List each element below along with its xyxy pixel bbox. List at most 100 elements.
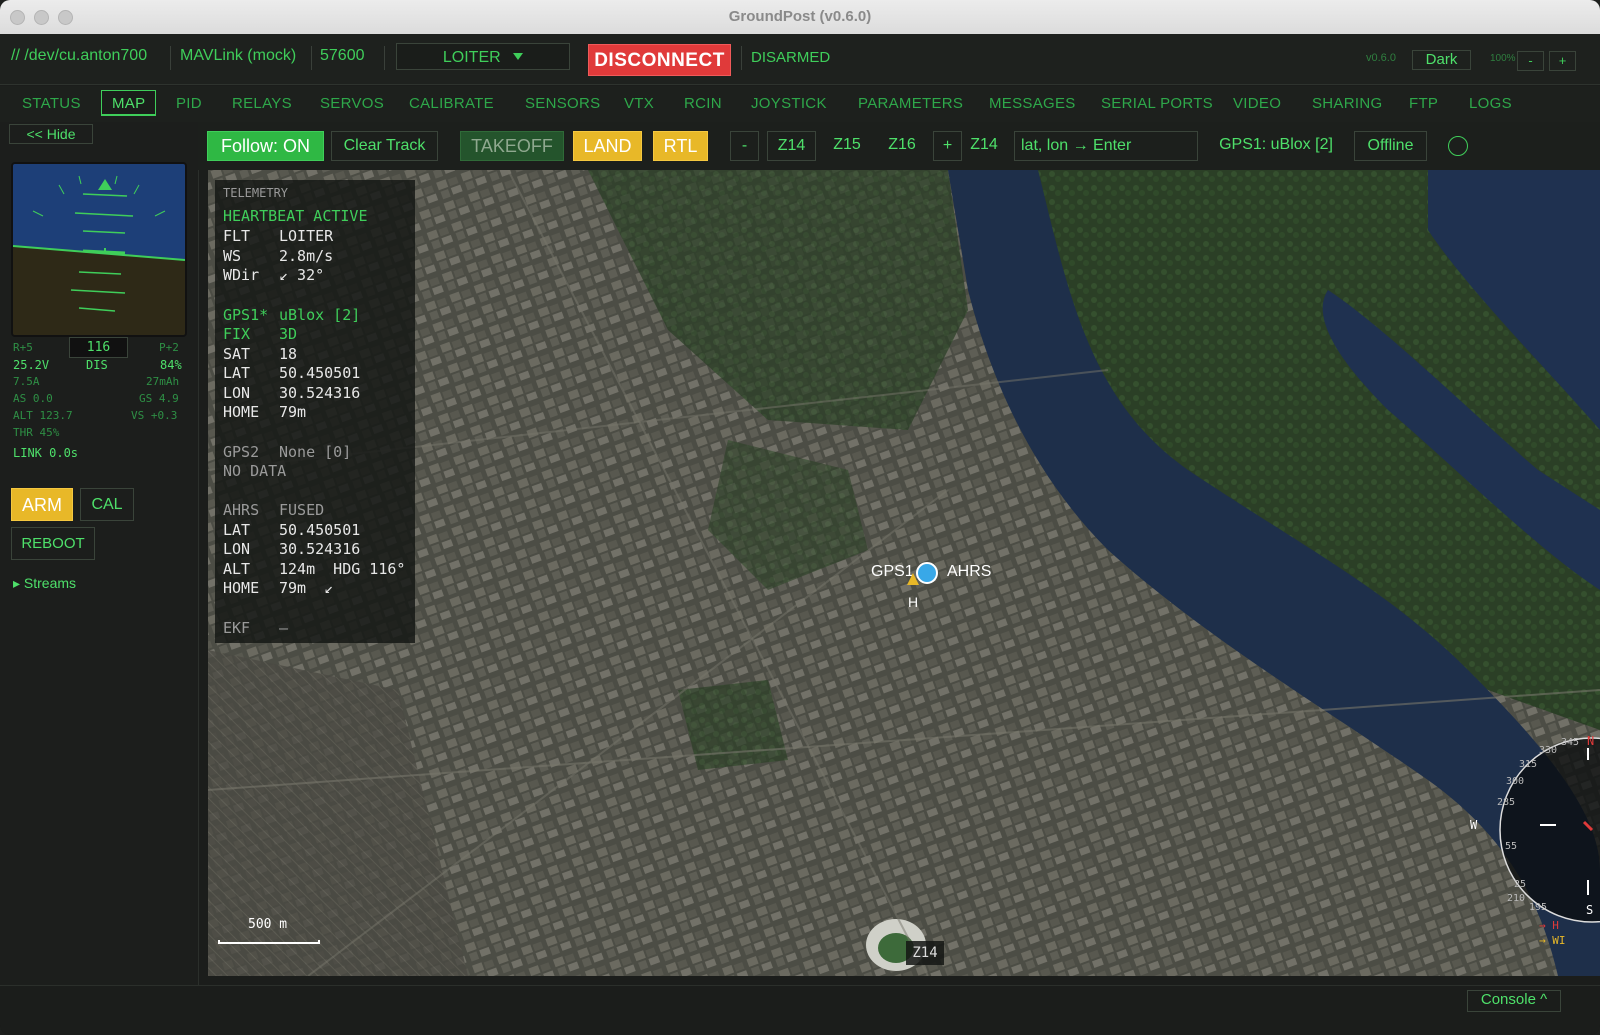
compass-345-label: 345 bbox=[1561, 737, 1580, 748]
ui-zoom-out-button[interactable]: - bbox=[1517, 51, 1544, 71]
link-readout: LINK 0.0s bbox=[13, 446, 79, 460]
ws-value: 2.8m/s bbox=[279, 247, 334, 265]
divider bbox=[384, 46, 385, 70]
rtl-button[interactable]: RTL bbox=[653, 131, 708, 161]
map-view[interactable]: GPS1 AHRS H 500 m Z14 N 345 330 315 300 … bbox=[208, 170, 1600, 976]
roll-readout: R+5 bbox=[13, 341, 33, 354]
pitch-readout: P+2 bbox=[159, 341, 179, 354]
main-nav: STATUS MAP PID RELAYS SERVOS CALIBRATE S… bbox=[0, 86, 1600, 123]
heartbeat-status: HEARTBEAT ACTIVE bbox=[223, 207, 368, 225]
gps2-value: None [0] bbox=[279, 443, 352, 461]
clear-track-button[interactable]: Clear Track bbox=[331, 131, 438, 161]
tab-relays[interactable]: RELAYS bbox=[232, 95, 292, 112]
flight-mode-select[interactable]: LOITER bbox=[396, 43, 570, 70]
tab-messages[interactable]: MESSAGES bbox=[989, 95, 1076, 112]
voltage-readout: 25.2V bbox=[13, 358, 50, 372]
tab-parameters[interactable]: PARAMETERS bbox=[858, 95, 963, 112]
tab-status[interactable]: STATUS bbox=[22, 95, 81, 112]
ahrs-lon-key: LON bbox=[223, 540, 251, 558]
ui-zoom-in-button[interactable]: + bbox=[1549, 51, 1576, 71]
gps1-value: uBlox [2] bbox=[279, 306, 361, 324]
zoom-15-button[interactable]: Z15 bbox=[824, 131, 870, 161]
ahrs-key: AHRS bbox=[223, 501, 260, 519]
tab-video[interactable]: VIDEO bbox=[1233, 95, 1281, 112]
lon-key: LON bbox=[223, 384, 251, 402]
theme-toggle-button[interactable]: Dark bbox=[1412, 50, 1471, 70]
follow-toggle-button[interactable]: Follow: ON bbox=[207, 131, 324, 161]
telemetry-panel: TELEMETRY HEARTBEAT ACTIVE FLT LOITER WS… bbox=[215, 180, 415, 643]
telemetry-header: TELEMETRY bbox=[223, 186, 289, 200]
compass-n-label: N bbox=[1587, 734, 1595, 748]
divider bbox=[311, 46, 312, 70]
ahrs-lon-value: 30.524316 bbox=[279, 540, 361, 558]
map-zoom-in-button[interactable]: + bbox=[933, 131, 962, 161]
home-marker-icon bbox=[907, 573, 919, 585]
tab-joystick[interactable]: JOYSTICK bbox=[751, 95, 827, 112]
map-toolbar: Follow: ON Clear Track TAKEOFF LAND RTL … bbox=[198, 122, 1600, 170]
tab-calibrate[interactable]: CALIBRATE bbox=[409, 95, 494, 112]
scale-bar bbox=[218, 940, 320, 944]
gps-source-label[interactable]: GPS1: uBlox [2] bbox=[1216, 131, 1336, 161]
altitude-readout: ALT 123.7 bbox=[13, 409, 73, 422]
zoom-14-button[interactable]: Z14 bbox=[767, 131, 816, 161]
hide-panel-button[interactable]: << Hide bbox=[9, 124, 93, 144]
tab-sensors[interactable]: SENSORS bbox=[525, 95, 600, 112]
chevron-down-icon bbox=[513, 53, 524, 60]
compass-210-label: 210 bbox=[1507, 893, 1526, 904]
map-zoom-badge: Z14 bbox=[906, 941, 944, 965]
airspeed-readout: AS 0.0 bbox=[13, 392, 53, 405]
ekf-key: EKF bbox=[223, 619, 251, 637]
battery-readout: 84% bbox=[160, 358, 182, 372]
land-button[interactable]: LAND bbox=[573, 131, 642, 161]
title-bar: GroundPost (v0.6.0) bbox=[0, 0, 1600, 35]
compass-195-label: 195 bbox=[1529, 902, 1548, 913]
tab-sharing[interactable]: SHARING bbox=[1312, 95, 1382, 112]
tab-vtx[interactable]: VTX bbox=[624, 95, 654, 112]
zoom-16-button[interactable]: Z16 bbox=[879, 131, 925, 161]
left-panel: << Hide R+5 116 P+2 25.2V DIS 84% 7.5A 2… bbox=[0, 122, 199, 1005]
console-toggle-button[interactable]: Console ^ bbox=[1467, 990, 1561, 1012]
fix-key: FIX bbox=[223, 325, 251, 343]
reboot-button[interactable]: REBOOT bbox=[11, 527, 95, 560]
arm-state-label: DISARMED bbox=[751, 49, 831, 66]
groundspeed-readout: GS 4.9 bbox=[139, 392, 179, 405]
calibrate-button[interactable]: CAL bbox=[80, 488, 134, 521]
tab-ftp[interactable]: FTP bbox=[1409, 95, 1438, 112]
baud-rate-label[interactable]: 57600 bbox=[320, 47, 365, 65]
streams-toggle[interactable]: ▸ Streams bbox=[13, 575, 76, 592]
compass-285-label: 285 bbox=[1497, 797, 1516, 808]
ahrs-home-value: 79m ↙ bbox=[279, 579, 334, 597]
sat-value: 18 bbox=[279, 345, 298, 363]
arm-button[interactable]: ARM bbox=[11, 488, 73, 521]
tab-rcin[interactable]: RCIN bbox=[684, 95, 722, 112]
flt-key: FLT bbox=[223, 227, 251, 245]
home-key: HOME bbox=[223, 403, 260, 421]
compass-home-legend: → H bbox=[1539, 919, 1559, 932]
offline-toggle-button[interactable]: Offline bbox=[1354, 131, 1427, 161]
tab-map[interactable]: MAP bbox=[101, 90, 157, 116]
serial-port-label[interactable]: // /dev/cu.anton700 bbox=[11, 47, 147, 65]
tab-serial-ports[interactable]: SERIAL PORTS bbox=[1101, 95, 1213, 112]
protocol-label[interactable]: MAVLink (mock) bbox=[180, 47, 296, 65]
ahrs-marker-label: AHRS bbox=[947, 563, 992, 580]
compass-240-label: 25 bbox=[1514, 879, 1527, 890]
tab-logs[interactable]: LOGS bbox=[1469, 95, 1512, 112]
tab-pid[interactable]: PID bbox=[176, 95, 202, 112]
vehicle-icon[interactable] bbox=[916, 562, 938, 584]
lat-key: LAT bbox=[223, 364, 251, 382]
lon-value: 30.524316 bbox=[279, 384, 361, 402]
coordinate-input[interactable]: lat, lon → Enter bbox=[1014, 131, 1198, 161]
ahrs-home-key: HOME bbox=[223, 579, 260, 597]
tab-servos[interactable]: SERVOS bbox=[320, 95, 384, 112]
compass-w-label: W bbox=[1470, 818, 1478, 832]
gps2-no-data: NO DATA bbox=[223, 462, 287, 480]
gps2-key: GPS2 bbox=[223, 443, 260, 461]
compass-255-label: 55 bbox=[1505, 841, 1518, 852]
takeoff-button[interactable]: TAKEOFF bbox=[460, 131, 564, 161]
connection-status-icon bbox=[1448, 136, 1468, 156]
divider bbox=[741, 46, 742, 70]
disconnect-button[interactable]: DISCONNECT bbox=[588, 44, 731, 76]
map-zoom-out-button[interactable]: - bbox=[730, 131, 759, 161]
current-zoom-label: Z14 bbox=[970, 136, 998, 153]
home-marker-label: H bbox=[908, 594, 919, 610]
